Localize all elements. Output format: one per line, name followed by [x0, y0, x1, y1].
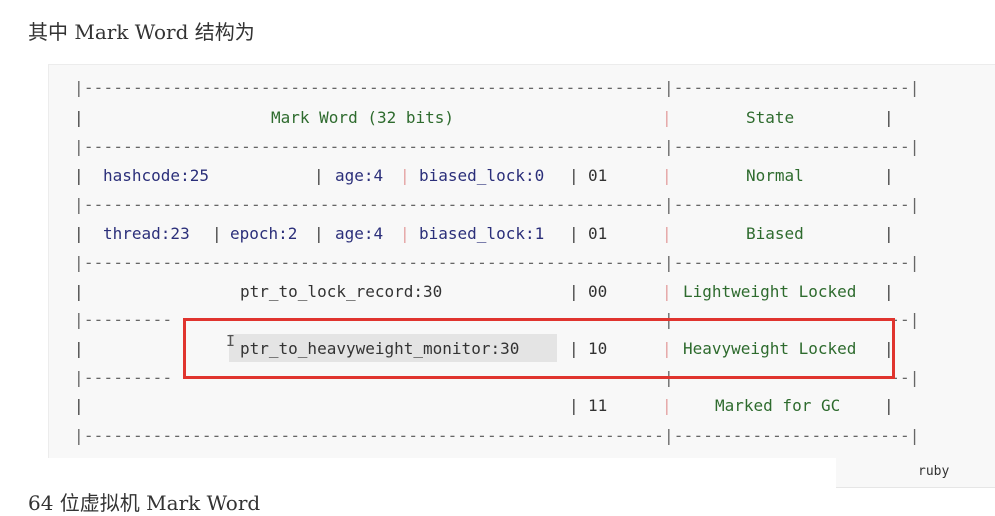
state-marked-for-gc: Marked for GC [715, 396, 841, 415]
column-divider: | [74, 108, 84, 127]
column-divider: | [884, 396, 894, 415]
lock-bits: 11 [588, 396, 608, 415]
column-divider: | [74, 339, 84, 358]
column-divider: | [74, 282, 84, 301]
ptr-to-lock-record-field: ptr_to_lock_record:30 [240, 282, 443, 301]
column-divider: | [884, 224, 894, 243]
column-divider: | [74, 396, 84, 415]
column-divider: | [74, 224, 84, 243]
column-divider: | [212, 224, 222, 243]
table-separator: |---------------------------------------… [74, 195, 920, 214]
column-divider: | [400, 224, 410, 243]
mark-word-header: Mark Word (32 bits) [271, 108, 455, 127]
column-divider: | [569, 396, 579, 415]
column-divider: | [569, 166, 579, 185]
column-divider: | [662, 224, 672, 243]
table-separator: |---------------------------------------… [74, 137, 920, 156]
thread-field: thread:23 [103, 224, 190, 243]
column-divider: | [662, 108, 672, 127]
lock-bits: 00 [588, 282, 608, 301]
next-section-heading: 64 位虚拟机 Mark Word [28, 491, 261, 515]
biased-lock-field: biased_lock:0 [419, 166, 545, 185]
state-normal: Normal [746, 166, 804, 185]
lock-bits: 01 [588, 166, 608, 185]
column-divider: | [662, 396, 672, 415]
age-field: age:4 [335, 224, 384, 243]
age-field: age:4 [335, 166, 384, 185]
code-language-bar [836, 457, 995, 488]
table-separator: |---------------------------------------… [74, 78, 920, 97]
column-divider: | [884, 282, 894, 301]
table-separator: |---------------------------------------… [74, 426, 920, 445]
state-lightweight-locked: Lightweight Locked [683, 282, 857, 301]
biased-lock-field: biased_lock:1 [419, 224, 545, 243]
state-header: State [746, 108, 795, 127]
column-divider: | [662, 282, 672, 301]
state-biased: Biased [746, 224, 804, 243]
heavyweight-locked-highlight [183, 318, 895, 379]
column-divider: | [74, 166, 84, 185]
section-heading: 其中 Mark Word 结构为 [28, 20, 255, 44]
column-divider: | [884, 108, 894, 127]
table-separator: |---------------------------------------… [74, 253, 920, 272]
column-divider: | [662, 166, 672, 185]
hashcode-field: hashcode:25 [103, 166, 209, 185]
column-divider: | [400, 166, 410, 185]
lock-bits: 01 [588, 224, 608, 243]
epoch-field: epoch:2 [230, 224, 298, 243]
column-divider: | [314, 166, 324, 185]
column-divider: | [569, 224, 579, 243]
column-divider: | [569, 282, 579, 301]
column-divider: | [314, 224, 324, 243]
code-language-label[interactable]: ruby [918, 464, 949, 479]
column-divider: | [884, 166, 894, 185]
